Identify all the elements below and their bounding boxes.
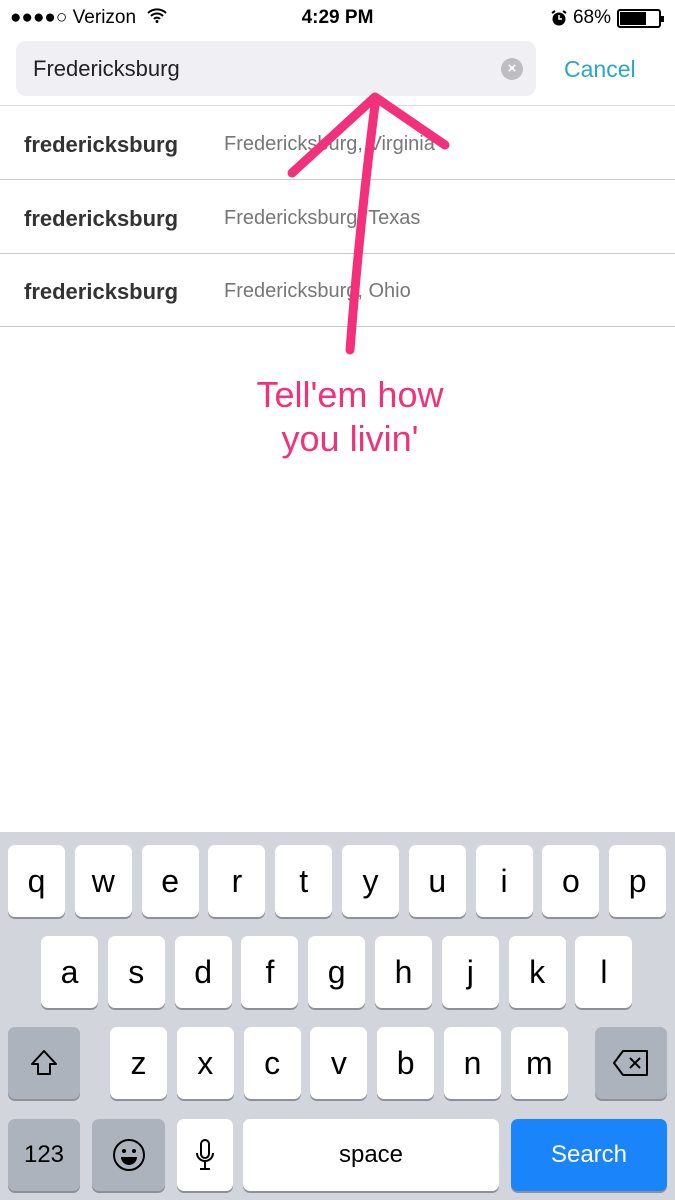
- status-bar: ●●●●○ Verizon 4:29 PM 68%: [0, 0, 675, 36]
- delete-key[interactable]: [595, 1027, 667, 1099]
- key-o[interactable]: o: [542, 845, 600, 917]
- key-z[interactable]: z: [110, 1027, 167, 1099]
- key-s[interactable]: s: [107, 936, 165, 1008]
- key-w[interactable]: w: [74, 845, 132, 917]
- shift-key[interactable]: [8, 1027, 80, 1099]
- battery-percent: 68%: [572, 7, 611, 28]
- key-h[interactable]: h: [375, 936, 432, 1008]
- search-input-value: Fredericksburg: [33, 56, 180, 81]
- key-k[interactable]: k: [508, 936, 566, 1008]
- keyboard: q w e r t y u i o p a s d f g h j k l z x c v b n m 123 space Search: [0, 832, 675, 1200]
- cancel-button[interactable]: Cancel: [564, 56, 636, 83]
- key-r[interactable]: r: [208, 845, 266, 917]
- emoji-icon: [112, 1139, 145, 1171]
- key-g[interactable]: g: [308, 936, 366, 1008]
- key-y[interactable]: y: [342, 845, 399, 917]
- key-j[interactable]: j: [441, 936, 499, 1008]
- key-x[interactable]: x: [176, 1027, 234, 1099]
- battery-icon: [617, 8, 664, 28]
- key-l[interactable]: l: [575, 936, 633, 1008]
- key-t[interactable]: t: [275, 845, 333, 917]
- key-f[interactable]: f: [241, 936, 299, 1008]
- alarm-icon: [551, 10, 567, 26]
- dictation-key[interactable]: [177, 1119, 233, 1191]
- backspace-icon: [613, 1050, 648, 1076]
- result-name: fredericksburg: [24, 279, 179, 304]
- shift-icon: [31, 1050, 57, 1075]
- key-v[interactable]: v: [310, 1027, 368, 1099]
- space-key[interactable]: space: [243, 1119, 499, 1191]
- result-name: fredericksburg: [24, 205, 179, 231]
- search-key[interactable]: Search: [511, 1119, 667, 1191]
- key-u[interactable]: u: [408, 845, 466, 917]
- key-p[interactable]: p: [609, 845, 667, 917]
- key-a[interactable]: a: [41, 936, 98, 1008]
- clear-icon[interactable]: ×: [501, 58, 523, 80]
- emoji-key[interactable]: [92, 1119, 165, 1191]
- key-n[interactable]: n: [444, 1027, 501, 1099]
- result-name: fredericksburg: [24, 132, 179, 157]
- key-i[interactable]: i: [475, 845, 533, 917]
- key-d[interactable]: d: [174, 936, 232, 1008]
- key-c[interactable]: c: [243, 1027, 301, 1099]
- key-e[interactable]: e: [141, 845, 199, 917]
- key-b[interactable]: b: [377, 1027, 435, 1099]
- key-m[interactable]: m: [510, 1027, 568, 1099]
- microphone-icon: [196, 1139, 214, 1170]
- annotation-arrow: [287, 92, 450, 355]
- key-q[interactable]: q: [8, 845, 65, 917]
- annotation-text: Tell'em how you livin': [256, 374, 444, 459]
- numbers-key[interactable]: 123: [8, 1119, 80, 1191]
